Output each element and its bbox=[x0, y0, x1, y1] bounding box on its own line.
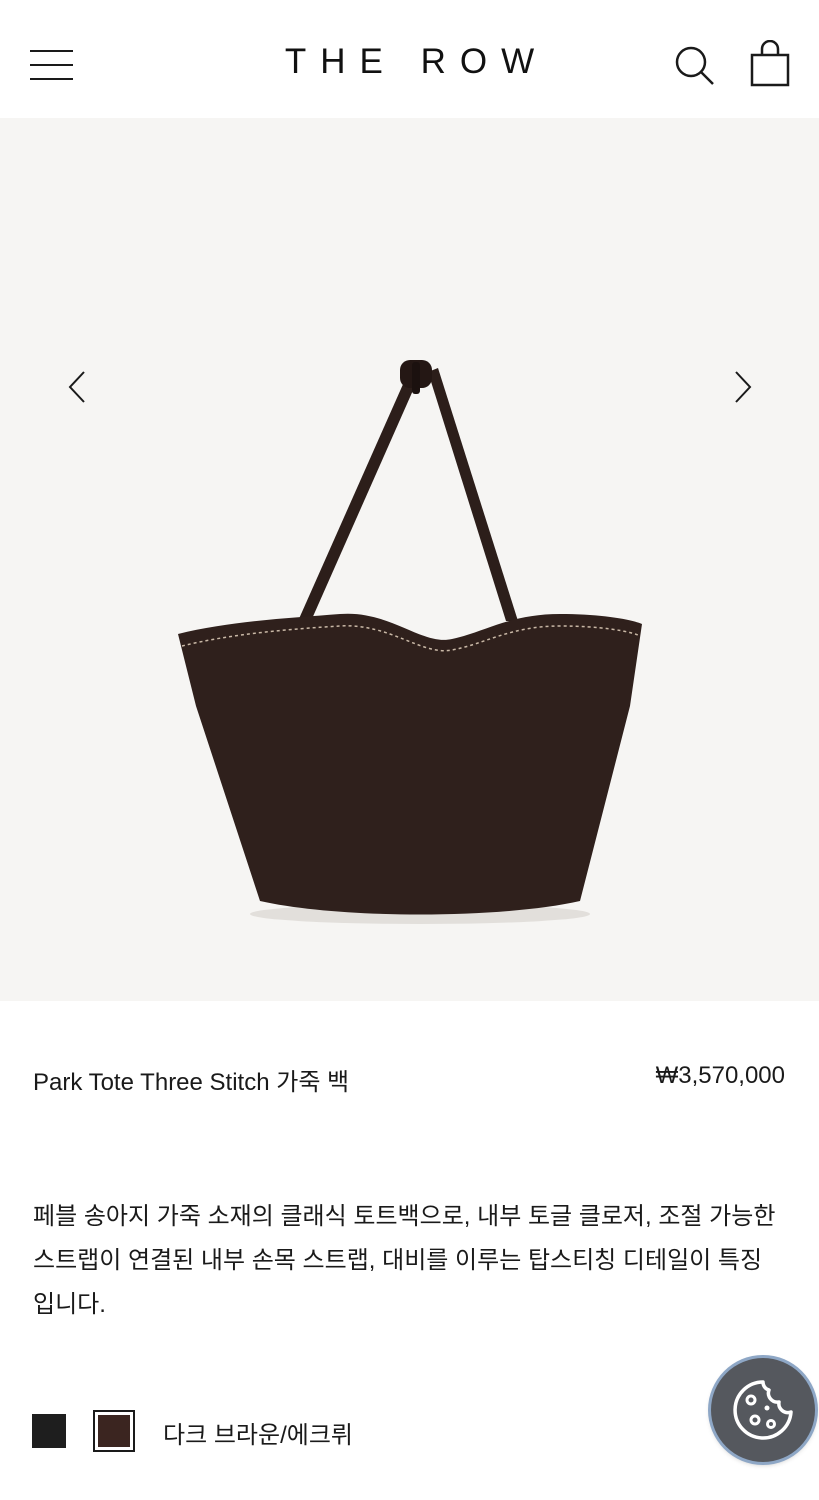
product-description: 페블 송아지 가죽 소재의 클래식 토트백으로, 내부 토글 클로저, 조절 가… bbox=[33, 1203, 776, 1318]
site-header: THE ROW bbox=[0, 0, 819, 118]
product-price: ₩3,570,000 bbox=[655, 1062, 785, 1089]
shopping-bag-icon[interactable] bbox=[748, 39, 792, 88]
product-title: Park Tote Three Stitch 가죽 백 bbox=[33, 1069, 350, 1096]
color-swatch-black[interactable] bbox=[32, 1414, 66, 1448]
color-swatch-dark-brown-fill bbox=[98, 1415, 130, 1447]
product-image-gallery bbox=[0, 118, 819, 1001]
cookie-icon bbox=[733, 1380, 793, 1440]
cookie-settings-button[interactable] bbox=[711, 1358, 815, 1462]
selected-color-label: 다크 브라운/에크뤼 bbox=[163, 1422, 353, 1449]
chevron-right-icon[interactable] bbox=[730, 370, 754, 404]
product-image bbox=[178, 360, 642, 924]
chevron-left-icon[interactable] bbox=[66, 370, 90, 404]
search-icon[interactable] bbox=[674, 45, 716, 87]
color-swatch-dark-brown[interactable] bbox=[93, 1410, 135, 1452]
